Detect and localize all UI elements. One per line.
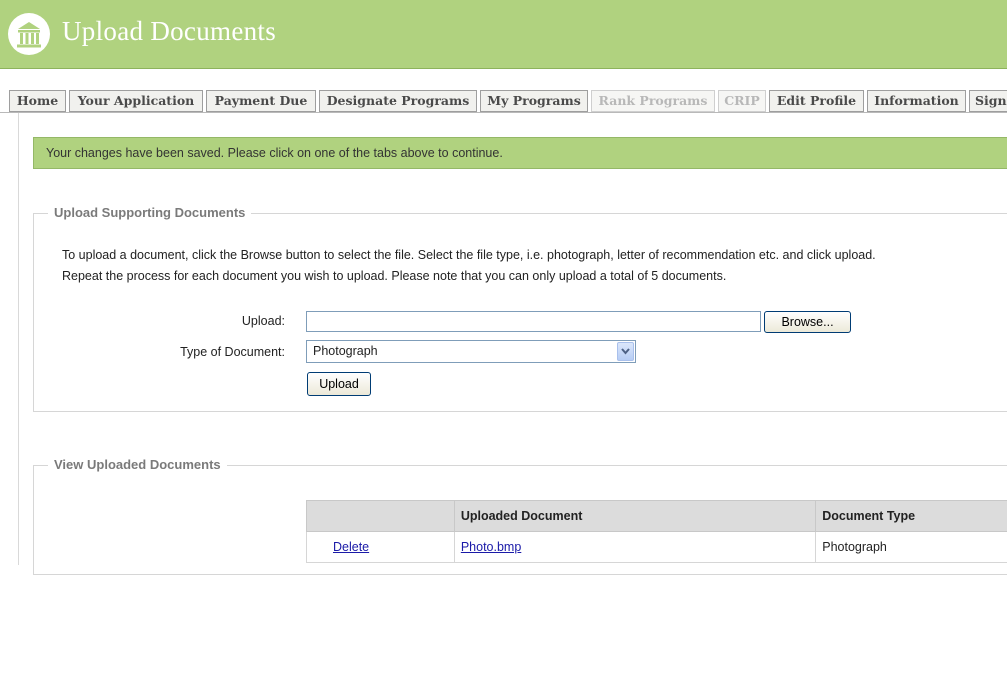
document-type-select[interactable]: Photograph xyxy=(306,340,636,363)
table-header-document: Uploaded Document xyxy=(453,500,817,532)
success-message: Your changes have been saved. Please cli… xyxy=(33,137,1007,169)
upload-button[interactable]: Upload xyxy=(307,372,371,396)
tab-my-programs[interactable]: My Programs xyxy=(480,90,588,112)
tab-crip: CRIP xyxy=(718,90,766,112)
page-title: Upload Documents xyxy=(62,16,277,46)
delete-cell: Delete xyxy=(306,531,455,563)
main-tab-bar: Home Your Application Payment Due Design… xyxy=(0,90,1007,113)
upload-instructions-line2: Repeat the process for each document you… xyxy=(62,269,727,283)
tab-information[interactable]: Information xyxy=(867,90,966,112)
document-cell: Photo.bmp xyxy=(453,531,817,563)
tab-designate-programs[interactable]: Designate Programs xyxy=(319,90,477,112)
table-header-row: Uploaded Document Document Type xyxy=(306,500,1007,532)
content-divider xyxy=(18,113,19,565)
tab-your-application[interactable]: Your Application xyxy=(69,90,203,112)
document-type-cell: Photograph xyxy=(815,531,1007,563)
document-type-label: Type of Document: xyxy=(180,345,285,359)
table-header-type: Document Type xyxy=(815,500,1007,532)
delete-link[interactable]: Delete xyxy=(333,540,369,554)
tab-edit-profile[interactable]: Edit Profile xyxy=(769,90,864,112)
document-type-selected: Photograph xyxy=(313,344,378,358)
dropdown-arrow-icon[interactable] xyxy=(617,342,634,361)
uploaded-documents-table: Uploaded Document Document Type Delete P… xyxy=(306,500,1007,563)
institution-logo-icon xyxy=(8,13,50,55)
tab-rank-programs: Rank Programs xyxy=(591,90,715,112)
upload-label: Upload: xyxy=(241,314,285,328)
file-path-input[interactable] xyxy=(306,311,761,332)
tab-home[interactable]: Home xyxy=(9,90,66,112)
page-header: Upload Documents xyxy=(0,0,1007,69)
table-row: Delete Photo.bmp Photograph xyxy=(306,531,1007,563)
document-link[interactable]: Photo.bmp xyxy=(461,540,521,554)
upload-section-title: Upload Supporting Documents xyxy=(48,205,252,220)
tab-sign[interactable]: Sign xyxy=(969,90,1007,112)
upload-instructions-line1: To upload a document, click the Browse b… xyxy=(62,248,876,262)
tab-payment-due[interactable]: Payment Due xyxy=(206,90,316,112)
browse-button[interactable]: Browse... xyxy=(764,311,851,333)
table-header-action xyxy=(306,500,455,532)
view-section-title: View Uploaded Documents xyxy=(48,457,227,472)
